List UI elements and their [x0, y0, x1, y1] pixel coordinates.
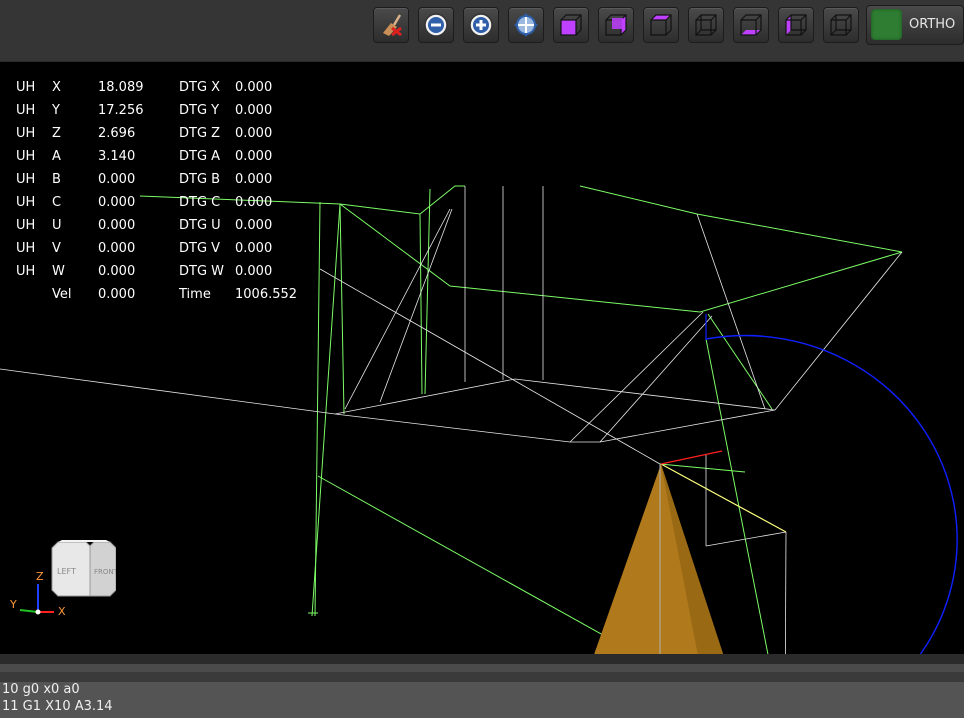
- ortho-indicator: [871, 9, 902, 40]
- axis-triad: Z X Y: [6, 566, 72, 618]
- view-top-button[interactable]: [643, 7, 679, 43]
- dro-value: 3.140: [98, 149, 136, 164]
- dro-dtg-value: 0.000: [235, 172, 273, 187]
- view-back-button[interactable]: [688, 7, 724, 43]
- zoom-in-button[interactable]: [463, 7, 499, 43]
- dro-axis: C: [52, 195, 62, 210]
- broom-clear-icon: [377, 11, 405, 39]
- dro-value: 0.000: [98, 172, 136, 187]
- time-value: 1006.552: [235, 287, 298, 302]
- toolpath-scene: [0, 185, 958, 654]
- dro-dtg-label: DTG U: [179, 218, 221, 233]
- toolbar: ORTHO: [0, 0, 964, 62]
- dro-prefix: UH: [16, 218, 36, 233]
- gcode-line[interactable]: 11 G1 X10 A3.14: [2, 699, 113, 714]
- dro-dtg-label: DTG C: [179, 195, 221, 210]
- dro-prefix: UH: [16, 126, 36, 141]
- cube-top-icon: [647, 11, 675, 39]
- gcode-display[interactable]: 10 g0 x0 a0 11 G1 X10 A3.14: [0, 682, 964, 718]
- 3d-preview-viewport[interactable]: UH X 18.089 DTG X 0.000 UH Y 17.256 DTG …: [0, 62, 964, 654]
- dro-dtg-label: DTG A: [179, 149, 221, 164]
- ortho-label: ORTHO: [909, 17, 956, 32]
- panel-splitter[interactable]: [0, 654, 964, 682]
- dro-axis: B: [52, 172, 61, 187]
- view-iso-button[interactable]: [823, 7, 859, 43]
- view-left-button[interactable]: [778, 7, 814, 43]
- arc-move: [705, 334, 958, 654]
- dro-prefix: UH: [16, 241, 36, 256]
- dro-axis: U: [52, 218, 62, 233]
- dro-value: 0.000: [98, 241, 136, 256]
- dro-prefix: UH: [16, 264, 36, 279]
- rapid-moves: [0, 186, 903, 654]
- cube-left-icon: [782, 11, 810, 39]
- cube-iso-icon: [827, 11, 855, 39]
- zoom-fit-icon: [512, 11, 540, 39]
- dro-dtg-value: 0.000: [235, 241, 273, 256]
- zoom-in-icon: [467, 11, 495, 39]
- cube-bottom-icon: [737, 11, 765, 39]
- dro-axis: V: [52, 241, 61, 256]
- time-label: Time: [179, 287, 211, 302]
- zoom-out-icon: [422, 11, 450, 39]
- ortho-toggle-button[interactable]: ORTHO: [866, 5, 964, 45]
- view-bottom-button[interactable]: [733, 7, 769, 43]
- dro-value: 2.696: [98, 126, 136, 141]
- dro-dtg-value: 0.000: [235, 126, 273, 141]
- dro-value: 17.256: [98, 103, 144, 118]
- tool-cone: [594, 464, 724, 654]
- dro-axis: Z: [52, 126, 61, 141]
- dro-axis: Y: [52, 103, 60, 118]
- dro-prefix: UH: [16, 149, 36, 164]
- dro-value: 18.089: [98, 80, 144, 95]
- gcode-line[interactable]: 10 g0 x0 a0: [2, 682, 80, 697]
- dro-value: 0.000: [98, 195, 136, 210]
- dro-dtg-label: DTG Y: [179, 103, 220, 118]
- zoom-fit-button[interactable]: [508, 7, 544, 43]
- dro-prefix: UH: [16, 172, 36, 187]
- dro-dtg-value: 0.000: [235, 80, 273, 95]
- dro-value: 0.000: [98, 264, 136, 279]
- dro-prefix: UH: [16, 195, 36, 210]
- zoom-out-button[interactable]: [418, 7, 454, 43]
- dro-dtg-value: 0.000: [235, 149, 273, 164]
- dro-axis: X: [52, 80, 61, 95]
- dro-prefix: UH: [16, 103, 36, 118]
- dro-dtg-label: DTG V: [179, 241, 221, 256]
- dro-dtg-value: 0.000: [235, 218, 273, 233]
- clear-plot-button[interactable]: [373, 7, 409, 43]
- dro-dtg-label: DTG X: [179, 80, 221, 95]
- dro-dtg-label: DTG W: [179, 264, 225, 279]
- cube-back-icon: [692, 11, 720, 39]
- dro-dtg-value: 0.000: [235, 264, 273, 279]
- dro-dtg-label: DTG Z: [179, 126, 221, 141]
- tool-x-indicator: [660, 450, 723, 465]
- cube-right-icon: [602, 11, 630, 39]
- view-front-button[interactable]: [553, 7, 589, 43]
- dro-value: 0.000: [98, 218, 136, 233]
- axis-y-label: Y: [9, 598, 17, 611]
- vel-label: Vel: [52, 287, 72, 302]
- vel-value: 0.000: [98, 287, 136, 302]
- dro-dtg-value: 0.000: [235, 195, 273, 210]
- viewcube-front-face[interactable]: FRONT: [94, 568, 119, 576]
- axis-x-label: X: [58, 605, 66, 618]
- cube-front-icon: [557, 11, 585, 39]
- dro-axis: W: [52, 264, 65, 279]
- dro-axis: A: [52, 149, 61, 164]
- dro-prefix: UH: [16, 80, 36, 95]
- view-right-button[interactable]: [598, 7, 634, 43]
- axis-z-label: Z: [36, 570, 44, 583]
- dro-dtg-value: 0.000: [235, 103, 273, 118]
- dro-dtg-label: DTG B: [179, 172, 221, 187]
